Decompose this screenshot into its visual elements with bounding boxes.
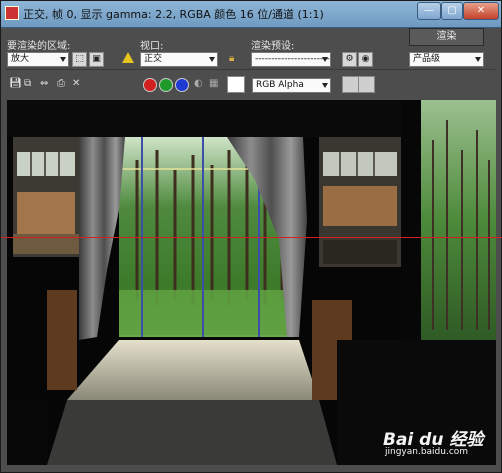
chevron-down-icon [60,57,66,62]
chevron-down-icon [322,83,328,88]
window-title: 正交, 帧 0, 显示 gamma: 2.2, RGBA 颜色 16 位/通道 … [23,8,324,21]
render-preset-dropdown[interactable]: ------------------------- [251,52,331,67]
close-button[interactable]: ✕ [463,2,499,20]
chevron-down-icon [475,57,481,62]
render-viewport[interactable] [7,100,496,465]
area-to-render-label: 要渲染的区域: [7,41,71,52]
toolbar-divider [5,69,495,70]
lock-icon[interactable]: 🔒︎ [229,53,234,64]
render-preset-label: 渲染预设: [251,41,295,52]
minimize-button[interactable]: — [417,2,441,20]
green-channel-toggle[interactable] [159,78,173,92]
edit-region-icon[interactable]: ⬚ [72,52,87,67]
environment-icon[interactable]: ◉ [358,52,373,67]
save-image-icon[interactable]: 💾︎ [9,78,22,89]
auto-region-icon[interactable]: ▣ [89,52,104,67]
title-bar: 正交, 帧 0, 显示 gamma: 2.2, RGBA 颜色 16 位/通道 … [1,1,501,28]
toggle-ui-icon[interactable] [358,76,375,93]
monochrome-icon[interactable]: ▦ [209,78,218,89]
alpha-channel-icon[interactable]: ◐ [194,78,203,89]
print-image-icon[interactable]: ⎙ [57,78,65,89]
chevron-down-icon [322,57,328,62]
area-to-render-value: 放大 [11,54,30,64]
watermark-url: jingyan.baidu.com [385,447,469,457]
rendered-scene-image [7,100,496,465]
blue-channel-toggle[interactable] [175,78,189,92]
render-button[interactable]: 渲染 [409,28,484,46]
render-setup-icon[interactable]: ⚙ [342,52,357,67]
maximize-button[interactable]: ▢ [441,2,463,20]
rendered-frame-window: 正交, 帧 0, 显示 gamma: 2.2, RGBA 颜色 16 位/通道 … [0,0,502,473]
render-preset-value: ------------------------- [255,54,331,64]
clone-frame-icon[interactable]: ⇔ [40,78,48,89]
scanline-indicator [1,237,502,238]
quality-value: 产品级 [413,54,441,64]
display-channel-value: RGB Alpha [256,80,304,90]
red-channel-toggle[interactable] [143,78,157,92]
viewport-dropdown[interactable]: 正交 [140,52,218,67]
toggle-ui-overlay-icon[interactable] [342,76,359,93]
copy-image-icon[interactable]: ⧉ [24,78,31,89]
chevron-down-icon [209,57,215,62]
quality-dropdown[interactable]: 产品级 [409,52,484,67]
area-to-render-dropdown[interactable]: 放大 [7,52,69,67]
display-channel-dropdown[interactable]: RGB Alpha [252,78,331,93]
viewport-label: 视口: [140,41,164,52]
warning-icon [122,52,134,63]
color-swatch[interactable] [227,76,245,93]
app-icon [5,6,19,20]
clear-icon[interactable]: ✕ [72,78,80,89]
viewport-value: 正交 [144,54,163,64]
